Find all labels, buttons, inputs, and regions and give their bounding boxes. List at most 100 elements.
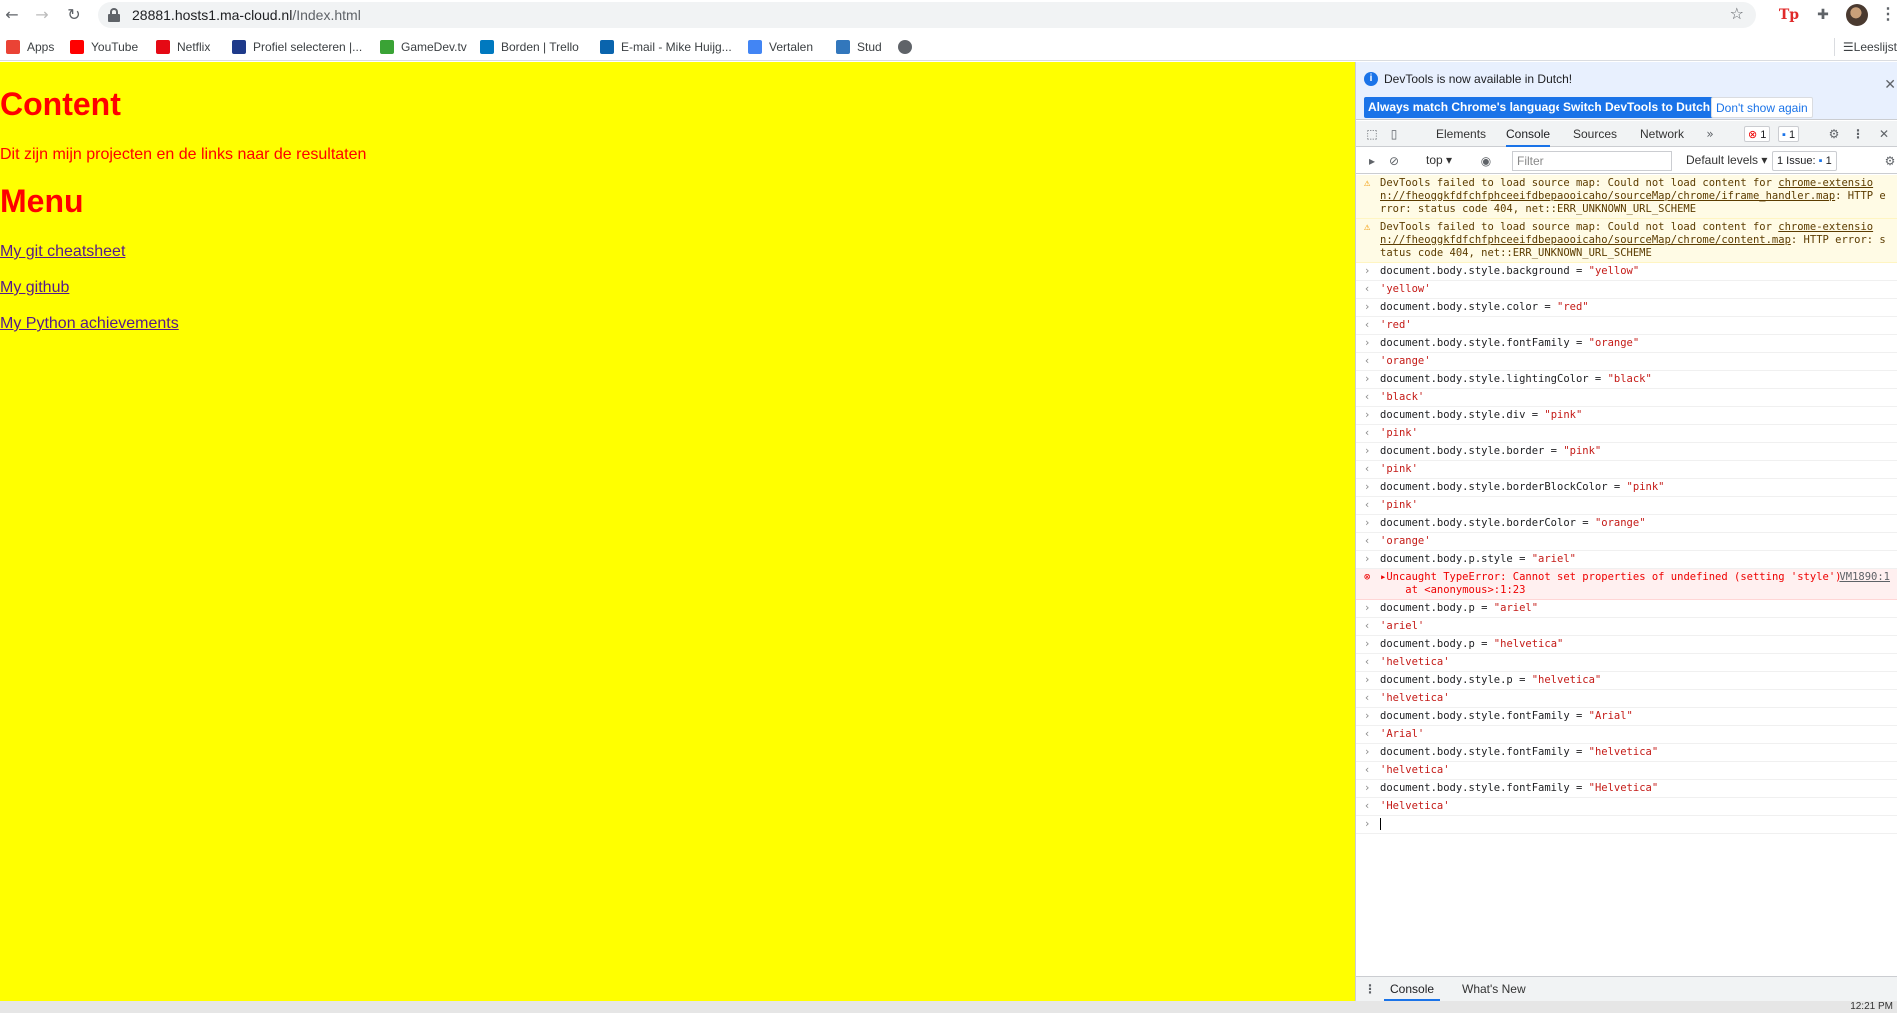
bookmark-label: YouTube [91, 40, 139, 54]
match-language-button[interactable]: Always match Chrome's language [1364, 97, 1567, 118]
prompt-chevron-icon: › [1364, 409, 1371, 421]
issues-button[interactable]: 1 Issue: ▪ 1 [1772, 151, 1837, 171]
bookmark-star-icon[interactable]: ☆ [1730, 4, 1744, 23]
input-code: document.body.p.style = [1380, 553, 1532, 565]
clear-console-icon[interactable]: ⊘ [1386, 153, 1402, 169]
error-source-link[interactable]: VM1890:1 [1839, 571, 1890, 584]
reading-list-icon: ☰ [1842, 40, 1854, 54]
disney-icon [232, 40, 246, 54]
tab-sources[interactable]: Sources [1573, 121, 1617, 147]
prompt-chevron-icon: › [1364, 337, 1371, 349]
bookmark-item[interactable]: Profiel selecteren |... [232, 38, 362, 56]
input-code: document.body.style.border = [1380, 445, 1564, 457]
live-expression-eye-icon[interactable]: ◉ [1478, 153, 1494, 169]
result-chevron-icon: ‹ [1364, 355, 1371, 367]
language-infobar: i DevTools is now available in Dutch! ✕ … [1356, 62, 1897, 120]
link-github[interactable]: My github [0, 279, 69, 297]
bookmark-item[interactable]: E-mail - Mike Huijg... [600, 38, 732, 56]
prompt-chevron-icon: › [1364, 674, 1371, 686]
result-value: 'pink' [1380, 499, 1418, 511]
reading-list-button[interactable]: ☰ Leeslijst [1833, 38, 1897, 56]
error-trace: at <anonymous>:1:23 [1380, 584, 1526, 596]
result-chevron-icon: ‹ [1364, 427, 1371, 439]
close-devtools-icon[interactable]: ✕ [1876, 126, 1892, 142]
input-code: document.body.style.borderBlockColor = [1380, 481, 1627, 493]
message-icon: ▪ [1782, 129, 1786, 141]
result-chevron-icon: ‹ [1364, 391, 1371, 403]
os-taskbar: 12:21 PM [0, 1001, 1897, 1013]
bookmark-label: Vertalen [769, 40, 814, 54]
prompt-chevron-icon: › [1364, 481, 1371, 493]
console-result: ‹ 'pink' [1356, 425, 1897, 443]
bookmark-item[interactable]: GameDev.tv [380, 38, 467, 56]
console-error: ⊗ ▸Uncaught TypeError: Cannot set propert… [1356, 569, 1897, 600]
infobar-message: DevTools is now available in Dutch! [1384, 72, 1573, 86]
sidebar-toggle-icon[interactable]: ▸ [1364, 153, 1380, 169]
input-string: "ariel" [1493, 602, 1539, 614]
bookmark-label: E-mail - Mike Huijg... [621, 40, 732, 54]
link-git-cheatsheet[interactable]: My git cheatsheet [0, 243, 125, 261]
bookmark-item[interactable]: Apps [6, 38, 54, 56]
info-icon: i [1364, 72, 1378, 86]
prompt-chevron-icon: › [1364, 553, 1371, 565]
message-count-badge[interactable]: ▪ 1 [1778, 126, 1800, 142]
more-tabs-icon[interactable]: » [1702, 126, 1718, 142]
warning-icon: ⚠ [1364, 221, 1371, 233]
input-string: "yellow" [1588, 265, 1640, 277]
error-count-badge[interactable]: ⊗ 1 [1744, 126, 1771, 142]
result-chevron-icon: ‹ [1364, 535, 1371, 547]
reload-icon[interactable]: ↻ [62, 3, 86, 27]
netflix-icon [156, 40, 170, 54]
log-levels-select[interactable]: Default levels ▾ [1686, 153, 1767, 167]
chrome-menu-icon[interactable]: ⋮ [1880, 4, 1896, 26]
address-bar[interactable]: 28881.hosts1.ma-cloud.nl/Index.html ☆ [98, 2, 1756, 28]
filter-input[interactable]: Filter [1512, 151, 1672, 171]
url-text[interactable]: 28881.hosts1.ma-cloud.nl/Index.html [132, 7, 361, 23]
back-icon[interactable]: ← [0, 3, 24, 27]
console-input: › document.body.style.color = "red" [1356, 299, 1897, 317]
console-prompt[interactable]: › [1356, 816, 1897, 834]
gear-icon[interactable]: ⚙ [1826, 126, 1842, 142]
bookmark-item[interactable]: YouTube [70, 38, 138, 56]
tab-console[interactable]: Console [1506, 121, 1551, 147]
bookmark-item[interactable]: Borden | Trello [480, 38, 579, 56]
console-settings-gear-icon[interactable]: ⚙ [1882, 153, 1897, 169]
bookmark-item[interactable]: Vertalen [748, 38, 813, 56]
input-string: "orange" [1588, 337, 1640, 349]
close-icon[interactable]: ✕ [1884, 76, 1896, 93]
issue-icon: ▪ [1818, 155, 1823, 167]
prompt-chevron-icon: › [1364, 301, 1371, 313]
input-string: "ariel" [1531, 553, 1576, 565]
devtools-menu-icon[interactable]: ⋮ [1850, 126, 1866, 142]
console-output[interactable]: ⚠ DevTools failed to load source map: Cou… [1356, 175, 1897, 975]
tab-network[interactable]: Network [1640, 121, 1684, 147]
forward-icon[interactable]: → [30, 3, 54, 27]
device-toolbar-icon[interactable]: ▯ [1386, 126, 1402, 142]
context-select[interactable]: top ▾ [1426, 153, 1452, 167]
console-input: › document.body.style.fontFamily = "Helve… [1356, 780, 1897, 798]
tab-elements[interactable]: Elements [1436, 121, 1486, 147]
bookmark-item[interactable]: Stud [836, 38, 882, 56]
switch-dutch-button[interactable]: Switch DevTools to Dutch [1559, 97, 1715, 118]
extensions-puzzle-icon[interactable]: ✚ [1812, 4, 1834, 26]
warning-icon: ⚠ [1364, 177, 1371, 189]
prompt-chevron-icon: › [1364, 710, 1371, 722]
youtube-icon [70, 40, 84, 54]
bookmark-item[interactable] [898, 38, 919, 56]
result-value: 'pink' [1380, 427, 1418, 439]
drawer-tab-console[interactable]: Console [1384, 977, 1441, 1001]
console-result: ‹ 'pink' [1356, 461, 1897, 479]
drawer-menu-icon[interactable]: ⋮ [1362, 981, 1378, 997]
bookmark-item[interactable]: Netflix [156, 38, 210, 56]
result-value: 'Helvetica' [1380, 800, 1450, 812]
inspect-element-icon[interactable]: ⬚ [1364, 126, 1380, 142]
console-input: › document.body.style.fontFamily = "Arial… [1356, 708, 1897, 726]
bookmark-label: Profiel selecteren |... [253, 40, 363, 54]
dont-show-again-button[interactable]: Don't show again [1711, 97, 1813, 118]
drawer-tab-whats-new[interactable]: What's New [1456, 977, 1532, 1001]
input-code: document.body.style.fontFamily = [1380, 337, 1589, 349]
link-python-achievements[interactable]: My Python achievements [0, 315, 179, 333]
tp-extension-icon[interactable]: Tp [1778, 4, 1800, 26]
profile-avatar[interactable] [1846, 4, 1868, 26]
result-value: 'orange' [1380, 355, 1431, 367]
